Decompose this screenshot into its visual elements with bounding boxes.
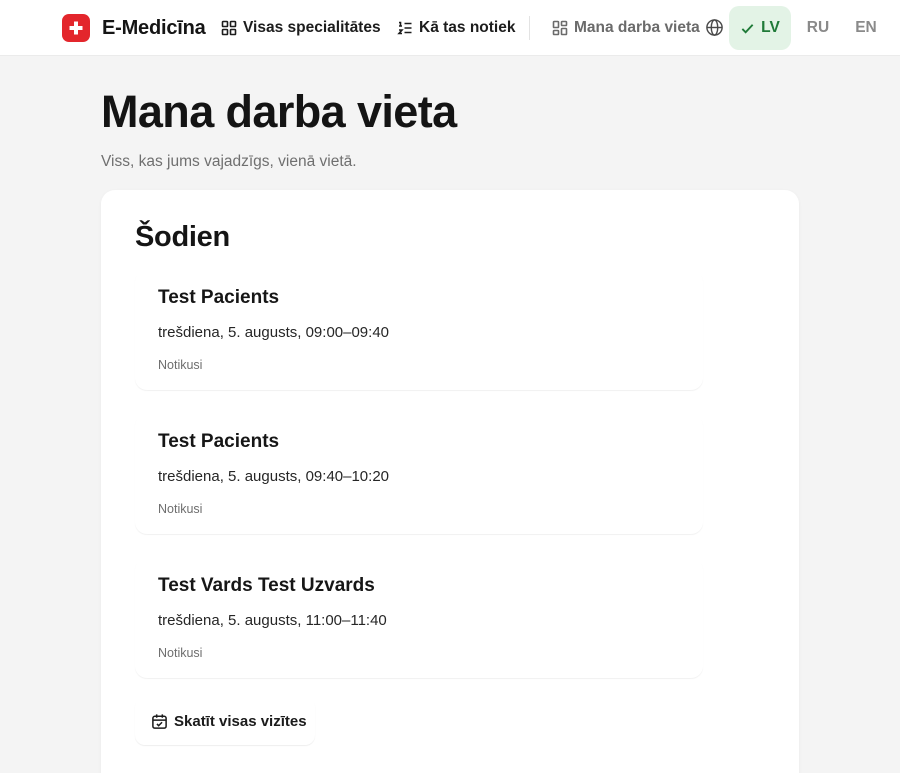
dashboard-icon (552, 20, 568, 36)
appointment-time: trešdiena, 5. augusts, 09:40–10:20 (158, 468, 390, 485)
appointment-status: Notikusi (158, 358, 203, 372)
page-title: Mana darba vieta (101, 86, 457, 137)
appointment-card[interactable]: Test Vards Test Uzvards trešdiena, 5. au… (135, 558, 703, 678)
nav-divider (529, 16, 530, 40)
nav-my-workplace[interactable]: Mana darba vieta (552, 14, 700, 42)
checkmark-icon (741, 23, 754, 34)
appointment-time: trešdiena, 5. augusts, 09:00–09:40 (158, 324, 390, 341)
nav-how-it-works[interactable]: Kā tas notiek (397, 14, 515, 42)
language-option-lv-label: LV (761, 19, 780, 36)
view-all-appointments-button[interactable]: Skatīt visas vizītes (135, 697, 315, 745)
nav-my-workplace-label: Mana darba vieta (574, 19, 700, 36)
language-option-ru-label: RU (806, 19, 830, 36)
globe-icon[interactable] (705, 18, 724, 37)
brand-name: E-Medicīna (102, 16, 206, 39)
grid-icon (221, 20, 237, 36)
appointment-status: Notikusi (158, 646, 203, 660)
today-card: Šodien Test Pacients trešdiena, 5. augus… (101, 190, 799, 773)
language-option-en-label: EN (855, 19, 877, 36)
nav-all-specialties-label: Visas specialitātes (243, 19, 381, 36)
nav-all-specialties[interactable]: Visas specialitātes (221, 14, 381, 42)
appointment-card[interactable]: Test Pacients trešdiena, 5. augusts, 09:… (135, 414, 703, 534)
language-option-ru[interactable]: RU (798, 6, 838, 50)
appointment-card[interactable]: Test Pacients trešdiena, 5. augusts, 09:… (135, 270, 703, 390)
medical-cross-icon (62, 14, 90, 42)
appointment-status: Notikusi (158, 502, 203, 516)
view-all-appointments-label: Skatīt visas vizītes (174, 712, 307, 730)
nav-how-it-works-label: Kā tas notiek (419, 19, 516, 36)
today-section-title: Šodien (135, 221, 230, 253)
appointment-patient-name: Test Pacients (158, 431, 280, 452)
appointment-patient-name: Test Pacients (158, 287, 280, 308)
calendar-check-icon (152, 713, 167, 729)
top-navigation-bar: E-Medicīna Visas specialitātes Kā tas no… (0, 0, 900, 56)
page-subtitle: Viss, kas jums vajadzīgs, vienā vietā. (101, 153, 357, 170)
list-ordered-icon (397, 21, 412, 35)
appointment-time: trešdiena, 5. augusts, 11:00–11:40 (158, 612, 387, 629)
language-option-en[interactable]: EN (846, 6, 886, 50)
brand-home-link[interactable]: E-Medicīna (62, 14, 206, 42)
appointment-patient-name: Test Vards Test Uzvards (158, 575, 375, 596)
language-option-lv[interactable]: LV (729, 6, 791, 50)
